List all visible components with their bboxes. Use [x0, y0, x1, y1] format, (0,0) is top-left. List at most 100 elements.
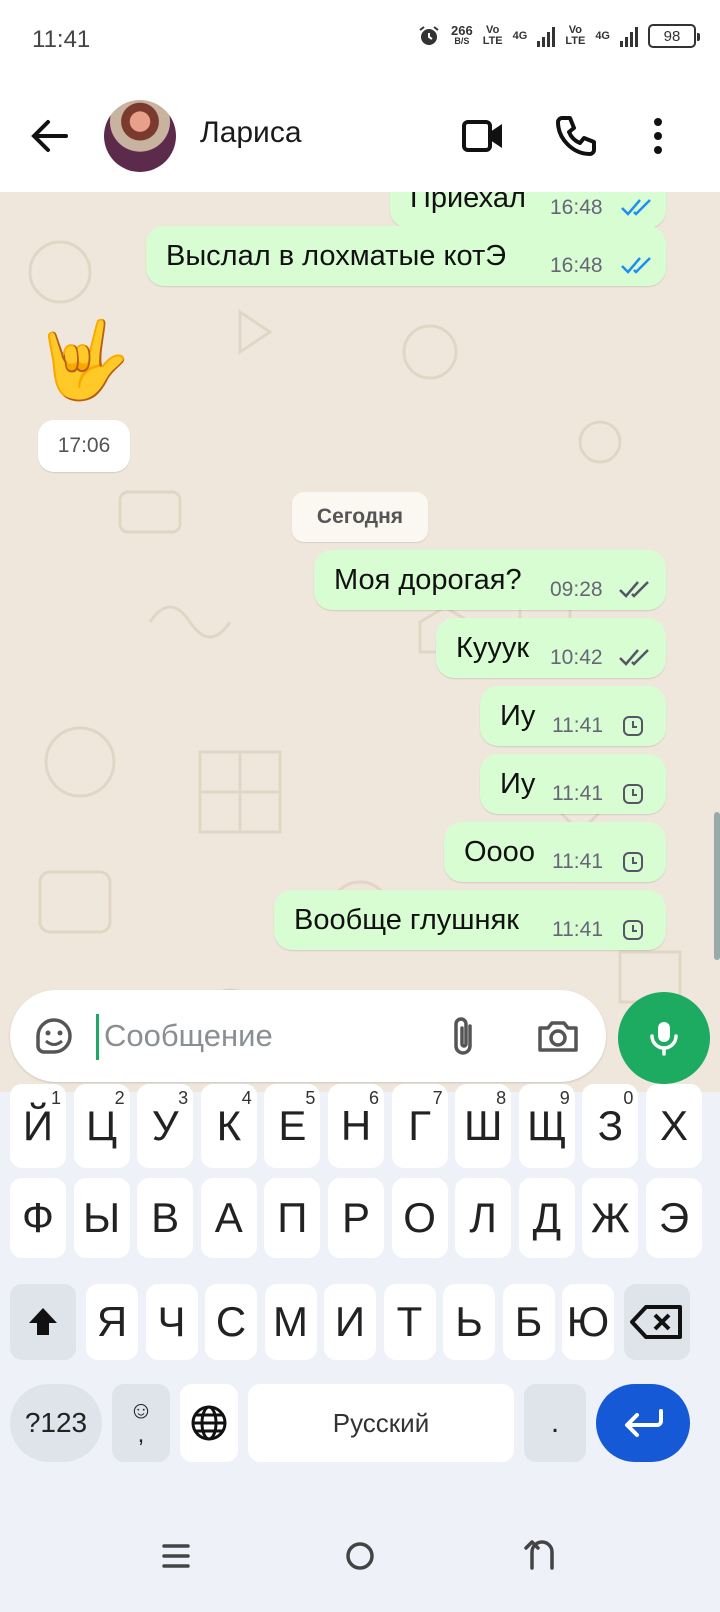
sticker-icon[interactable]: [32, 1014, 76, 1058]
camera-icon[interactable]: [536, 1014, 580, 1058]
chat-area[interactable]: Приехал 16:48 Выслал в лохматые котЭ 16:…: [0, 192, 720, 1092]
key-9[interactable]: Щ9: [518, 1084, 575, 1168]
key-27[interactable]: И: [324, 1284, 376, 1360]
key-20[interactable]: Д: [518, 1178, 575, 1258]
key-label: Й: [22, 1102, 54, 1149]
key-19[interactable]: Л: [455, 1178, 512, 1258]
key-15[interactable]: А: [200, 1178, 257, 1258]
key-28[interactable]: Т: [383, 1284, 436, 1360]
phone-icon[interactable]: [552, 112, 600, 160]
message-bubble-out[interactable]: Кууук 10:42: [436, 618, 666, 678]
message-placeholder: Сообщение: [104, 1018, 273, 1053]
mic-icon: [650, 1022, 678, 1056]
shift-key[interactable]: [10, 1284, 76, 1360]
message-text: Оооо: [464, 836, 535, 868]
contact-name[interactable]: Лариса: [200, 116, 302, 150]
message-time: 10:42: [550, 646, 603, 669]
incoming-time-chip: 17:06: [38, 420, 130, 472]
message-text: Иу: [500, 768, 536, 800]
system-nav-bar: [0, 1510, 720, 1612]
key-17[interactable]: Р: [328, 1178, 384, 1258]
signal-1-icon: [537, 25, 556, 47]
key-7[interactable]: Г7: [391, 1084, 448, 1168]
message-text: Иу: [500, 700, 536, 732]
pending-clock-icon: [623, 852, 643, 872]
key-26[interactable]: М: [264, 1284, 317, 1360]
volte-1: Vo LTE: [482, 24, 503, 47]
key-8[interactable]: Ш8: [455, 1084, 512, 1168]
backspace-icon: [630, 1305, 682, 1339]
attach-icon[interactable]: [442, 1014, 486, 1058]
emoji-message[interactable]: 🤟: [36, 316, 131, 406]
key-2[interactable]: Ц2: [73, 1084, 130, 1168]
message-bubble-out[interactable]: Оооо 11:41: [444, 822, 666, 882]
key-5[interactable]: Е5: [264, 1084, 321, 1168]
back-icon[interactable]: [518, 1532, 566, 1580]
key-hint: 0: [623, 1088, 634, 1108]
mic-button[interactable]: [618, 992, 710, 1084]
key-4[interactable]: К4: [200, 1084, 257, 1168]
key-label: Г: [408, 1102, 431, 1149]
key-14[interactable]: В: [137, 1178, 194, 1258]
key-13[interactable]: Ы: [73, 1178, 130, 1258]
key-24[interactable]: Ч: [145, 1284, 198, 1360]
volte-2: Vo LTE: [565, 24, 586, 47]
language-key[interactable]: [180, 1384, 238, 1462]
key-label: У: [151, 1102, 179, 1149]
message-bubble-out[interactable]: Вообще глушняк 11:41: [274, 890, 666, 950]
key-hint: 7: [432, 1088, 443, 1108]
backspace-key[interactable]: [624, 1284, 690, 1360]
video-call-icon[interactable]: [458, 112, 506, 160]
message-text: Приехал: [410, 192, 526, 214]
message-bubble-out[interactable]: Приехал 16:48: [390, 192, 666, 228]
emoji-comma-key[interactable]: ☺ ,: [112, 1384, 170, 1462]
message-time: 16:48: [550, 254, 603, 277]
avatar[interactable]: [104, 100, 176, 172]
message-time: 11:41: [552, 782, 603, 805]
back-arrow-icon[interactable]: [30, 116, 70, 156]
pending-clock-icon: [623, 716, 643, 736]
key-23[interactable]: Я: [86, 1284, 138, 1360]
message-bubble-out[interactable]: Выслал в лохматые котЭ 16:48: [146, 226, 666, 286]
key-12[interactable]: Ф: [10, 1178, 66, 1258]
message-time: 11:41: [552, 918, 603, 941]
message-text: Кууук: [456, 632, 530, 664]
key-22[interactable]: Э: [646, 1178, 702, 1258]
symbols-key[interactable]: ?123: [10, 1384, 102, 1462]
key-25[interactable]: С: [205, 1284, 257, 1360]
read-ticks-icon: [621, 257, 651, 274]
message-bubble-out[interactable]: Иу 11:41: [480, 686, 666, 746]
key-11[interactable]: Х: [646, 1084, 702, 1168]
network-type-1: 4G: [512, 29, 528, 42]
key-16[interactable]: П: [264, 1178, 321, 1258]
key-31[interactable]: Ю: [562, 1284, 614, 1360]
message-bubble-out[interactable]: Иу 11:41: [480, 754, 666, 814]
scrollbar[interactable]: [714, 812, 720, 960]
key-hint: 1: [50, 1088, 61, 1108]
space-key[interactable]: Русский: [248, 1384, 514, 1462]
recents-icon[interactable]: [152, 1532, 200, 1580]
message-text: Вообще глушняк: [294, 904, 519, 936]
home-icon[interactable]: [336, 1532, 384, 1580]
key-30[interactable]: Б: [502, 1284, 555, 1360]
key-18[interactable]: О: [391, 1178, 448, 1258]
key-label: Щ: [527, 1102, 567, 1149]
key-1[interactable]: Й1: [10, 1084, 66, 1168]
key-6[interactable]: Н6: [328, 1084, 384, 1168]
message-bubble-out[interactable]: Моя дорогая? 09:28: [314, 550, 666, 610]
message-input[interactable]: Сообщение: [10, 990, 606, 1082]
date-divider: Сегодня: [292, 492, 428, 542]
delivered-ticks-icon: [619, 649, 649, 666]
message-time: 11:41: [552, 850, 603, 873]
key-hint: 8: [496, 1088, 507, 1108]
key-29[interactable]: Ь: [443, 1284, 495, 1360]
more-vert-icon[interactable]: [634, 112, 682, 160]
message-time: 16:48: [550, 196, 603, 219]
enter-key[interactable]: [596, 1384, 690, 1462]
network-type-2: 4G: [595, 29, 610, 42]
period-key[interactable]: .: [524, 1384, 586, 1462]
composer: Сообщение: [0, 980, 720, 1092]
key-3[interactable]: У3: [137, 1084, 194, 1168]
key-10[interactable]: З0: [582, 1084, 639, 1168]
key-21[interactable]: Ж: [582, 1178, 639, 1258]
